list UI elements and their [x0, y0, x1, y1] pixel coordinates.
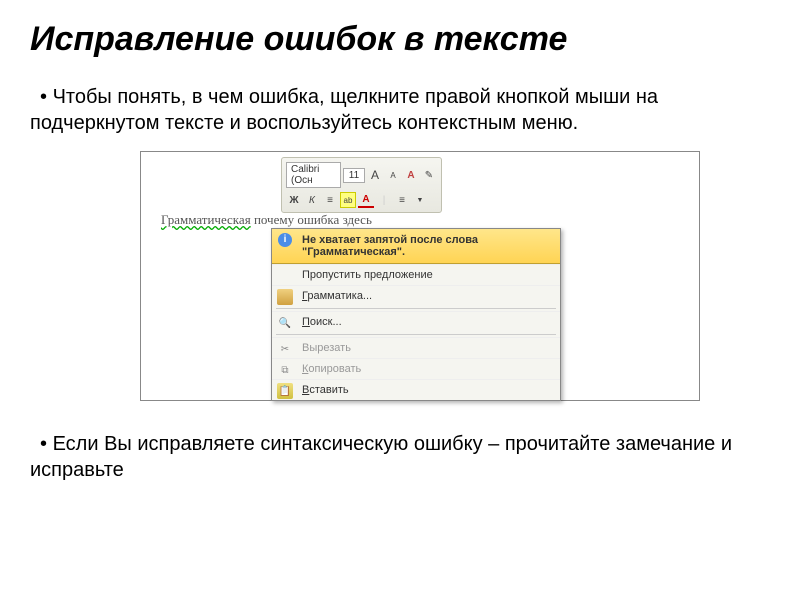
- menu-separator-2: [276, 334, 556, 335]
- doc-tail: почему ошибка здесь: [251, 212, 372, 227]
- clipboard-icon: 📋: [277, 383, 293, 399]
- font-size-selector[interactable]: 11: [343, 168, 365, 183]
- document-text: Грамматическая почему ошибка здесь: [161, 212, 372, 228]
- list-icon[interactable]: ≡: [394, 192, 410, 208]
- copy-icon: ⧉: [277, 362, 293, 378]
- mini-toolbar: Calibri (Осн 11 A A A ✎ Ж К ≡ ab A | ≡ ▼: [281, 157, 442, 213]
- slide-title: Исправление ошибок в тексте: [30, 20, 770, 59]
- align-center-icon[interactable]: ≡: [322, 192, 338, 208]
- bullet-2: Если Вы исправляете синтаксическую ошибк…: [30, 431, 770, 483]
- search-icon: 🔍: [277, 315, 293, 331]
- info-icon: i: [278, 233, 292, 247]
- menu-cut: ✂ Вырезать: [272, 337, 560, 358]
- error-word[interactable]: Грамматическая: [161, 212, 251, 227]
- highlight-icon[interactable]: ab: [340, 192, 356, 208]
- format-painter-icon[interactable]: ✎: [421, 167, 437, 183]
- grow-font-icon[interactable]: A: [367, 167, 383, 183]
- bold-icon[interactable]: Ж: [286, 192, 302, 208]
- book-icon: [277, 289, 293, 305]
- dropdown-icon[interactable]: ▼: [412, 192, 428, 208]
- font-selector[interactable]: Calibri (Осн: [286, 162, 341, 188]
- sep-icon: |: [376, 192, 392, 208]
- bullet-1: Чтобы понять, в чем ошибка, щелкните пра…: [30, 84, 770, 136]
- shrink-font-icon[interactable]: A: [385, 167, 401, 183]
- menu-skip-sentence[interactable]: Пропустить предложение: [272, 264, 560, 285]
- menu-paste[interactable]: 📋 Вставить: [272, 379, 560, 400]
- menu-search[interactable]: 🔍 Поиск...: [272, 311, 560, 332]
- menu-grammar[interactable]: Грамматика...: [272, 285, 560, 306]
- menu-copy: ⧉ Копировать: [272, 358, 560, 379]
- screenshot-container: Calibri (Осн 11 A A A ✎ Ж К ≡ ab A | ≡ ▼…: [140, 151, 700, 401]
- menu-info-header: i Не хватает запятой после слова "Грамма…: [272, 229, 560, 264]
- scissors-icon: ✂: [277, 341, 293, 357]
- context-menu: i Не хватает запятой после слова "Грамма…: [271, 228, 561, 401]
- font-color-icon[interactable]: A: [358, 192, 374, 208]
- italic-icon[interactable]: К: [304, 192, 320, 208]
- menu-header-text: Не хватает запятой после слова "Граммати…: [302, 234, 478, 258]
- menu-separator: [276, 308, 556, 309]
- styles-icon[interactable]: A: [403, 167, 419, 183]
